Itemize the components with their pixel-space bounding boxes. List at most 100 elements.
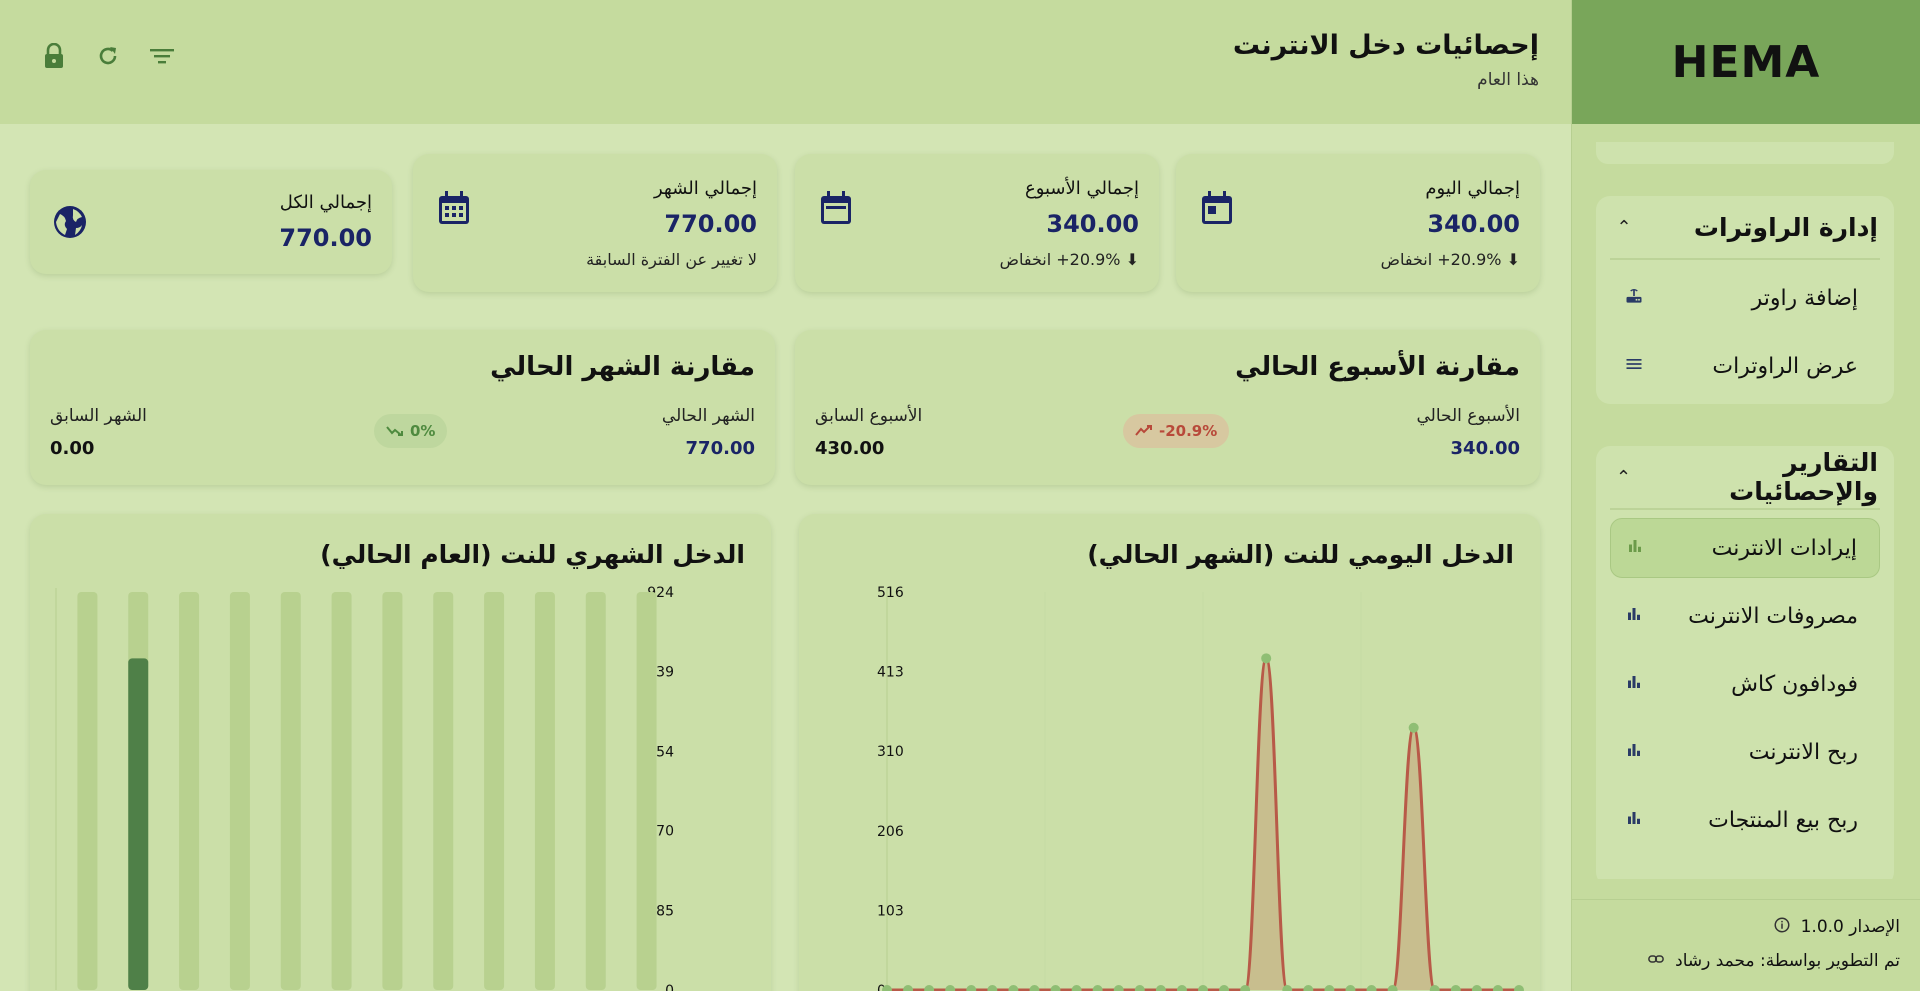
week-change-value: -20.9% [1159,422,1218,440]
data-point[interactable] [1345,985,1356,991]
stat-card-month: إجمالي الشهر 770.00 لا تغيير عن الفترة ا… [413,154,777,292]
data-point[interactable] [1155,985,1166,991]
chevron-up-icon[interactable]: ⌃ [1612,217,1636,238]
bar-background [280,592,301,990]
previous-week-label: الأسبوع السابق [815,406,923,426]
data-point[interactable] [1303,985,1314,991]
header-actions [40,42,176,70]
sidebar-item-view-routers[interactable]: عرض الراوترات [1610,336,1880,396]
week-comparison-title: مقارنة الأسبوع الحالي [1235,352,1520,382]
stat-label: إجمالي الشهر [654,178,757,199]
router-icon [1622,286,1646,311]
sidebar-item-label: إضافة راوتر [1751,285,1858,311]
refresh-icon[interactable] [94,42,122,70]
sidebar-group-header-reports[interactable]: التقارير والإحصائيات ⌃ [1610,446,1880,510]
data-point[interactable] [1071,985,1082,991]
stat-trend: ⬇ 20.9%+ انخفاض [1380,250,1520,269]
week-comparison-card: مقارنة الأسبوع الحالي الأسبوع الحالي 340… [795,330,1540,485]
data-point[interactable] [1450,985,1461,991]
calendar-month-icon [435,190,471,226]
sidebar-item-label: إيرادات الانترنت [1711,535,1857,561]
monthly-income-chart-card: الدخل الشهري للنت (العام الحالي) 0 185 370… [30,514,771,991]
info-icon [1773,916,1791,938]
stat-trend: لا تغيير عن الفترة السابقة [586,250,757,269]
previous-week-value: 430.00 [815,438,885,459]
data-point[interactable] [1134,985,1145,991]
globe-icon [52,204,88,240]
data-point[interactable] [1492,985,1503,991]
sidebar-item-label: ربح بيع المنتجات [1708,807,1858,833]
data-point[interactable] [966,985,977,991]
daily-income-chart-card: الدخل اليومي للنت (الشهر الحالي) 0 103 206… [799,514,1540,991]
data-point[interactable] [1471,985,1482,991]
y-tick-label: 206 [877,824,904,840]
y-tick-label: 516 [877,585,904,601]
developer-row[interactable]: تم التطوير بواسطة: محمد رشاد [1592,944,1900,978]
bar-chart-icon [1622,605,1646,628]
bar-background [433,592,454,990]
monthly-income-chart[interactable]: 0185370554739924 [30,514,771,991]
sidebar-item-products-profit[interactable]: ربح بيع المنتجات [1610,790,1880,850]
data-point[interactable] [1366,985,1377,991]
filter-icon[interactable] [148,42,176,70]
stat-value: 340.00 [1046,210,1139,238]
data-point[interactable] [903,985,914,991]
sidebar-item-internet-profit[interactable]: ربح الانترنت [1610,722,1880,782]
lock-icon[interactable] [40,42,68,70]
sidebar-scroll[interactable]: إدارة الراوترات ⌃ إضافة راوتر عرض الراوت… [1572,124,1920,879]
bar-chart-icon [1623,537,1647,560]
data-point[interactable] [1219,985,1230,991]
sidebar-item-internet-revenue[interactable]: إيرادات الانترنت [1610,518,1880,578]
data-point[interactable] [987,985,998,991]
version-text: الإصدار 1.0.0 [1800,917,1900,937]
data-point[interactable] [1176,985,1187,991]
data-point[interactable] [1198,985,1208,991]
data-point[interactable] [924,985,935,991]
data-point[interactable] [1261,653,1272,664]
data-point[interactable] [1514,985,1524,991]
daily-income-chart[interactable]: 0103206310413516 [799,514,1540,991]
brand-name: HEMA [1671,36,1821,88]
y-tick-label: 0 [665,983,674,991]
bar-chart-icon [1622,673,1646,696]
sidebar-item-label: عرض الراوترات [1712,353,1858,379]
current-week-value: 340.00 [1450,438,1520,459]
brand-logo[interactable]: HEMA [1572,0,1920,124]
previous-month-value: 0.00 [50,438,95,459]
current-week-label: الأسبوع الحالي [1416,406,1520,426]
data-point[interactable] [1092,985,1103,991]
data-point[interactable] [1113,985,1124,991]
chevron-up-icon[interactable]: ⌃ [1612,467,1635,488]
bar-background [534,592,555,990]
stat-card-total: إجمالي الكل 770.00 [30,170,392,274]
bar-background [77,592,98,990]
data-point[interactable] [1029,985,1040,991]
sidebar-item-vodafone-cash[interactable]: فودافون كاش [1610,654,1880,714]
bar-background [484,592,505,990]
bar-chart-icon [1622,741,1646,764]
sidebar-item-label: فودافون كاش [1731,671,1858,697]
sidebar-group-header-routers[interactable]: إدارة الراوترات ⌃ [1610,196,1880,260]
page-title: إحصائيات دخل الانترنت [1232,30,1539,61]
sidebar-item-internet-expenses[interactable]: مصروفات الانترنت [1610,586,1880,646]
sidebar-item-add-router[interactable]: إضافة راوتر [1610,268,1880,328]
week-change-badge: -20.9% [1123,414,1230,448]
data-point[interactable] [1324,985,1335,991]
month-change-value: 0% [410,422,436,440]
data-point[interactable] [1408,722,1419,733]
data-point[interactable] [945,985,956,991]
bar-background [382,592,403,990]
data-point[interactable] [1050,985,1061,991]
bar[interactable] [128,658,149,990]
sidebar-stub [1596,142,1894,164]
bar-background [229,592,250,990]
sidebar-group-title: إدارة الراوترات [1693,212,1878,242]
stat-label: إجمالي الكل [279,192,372,213]
y-tick-label: 413 [877,664,904,680]
link-icon[interactable] [1647,950,1665,972]
developer-text: تم التطوير بواسطة: محمد رشاد [1675,951,1900,971]
sidebar: HEMA إدارة الراوترات ⌃ إضافة راوتر عرض ا… [1571,0,1920,991]
data-point[interactable] [1008,985,1019,991]
stat-card-week: إجمالي الأسبوع 340.00 ⬇ 20.9%+ انخفاض [795,154,1159,292]
stat-label: إجمالي الأسبوع [1024,178,1139,199]
